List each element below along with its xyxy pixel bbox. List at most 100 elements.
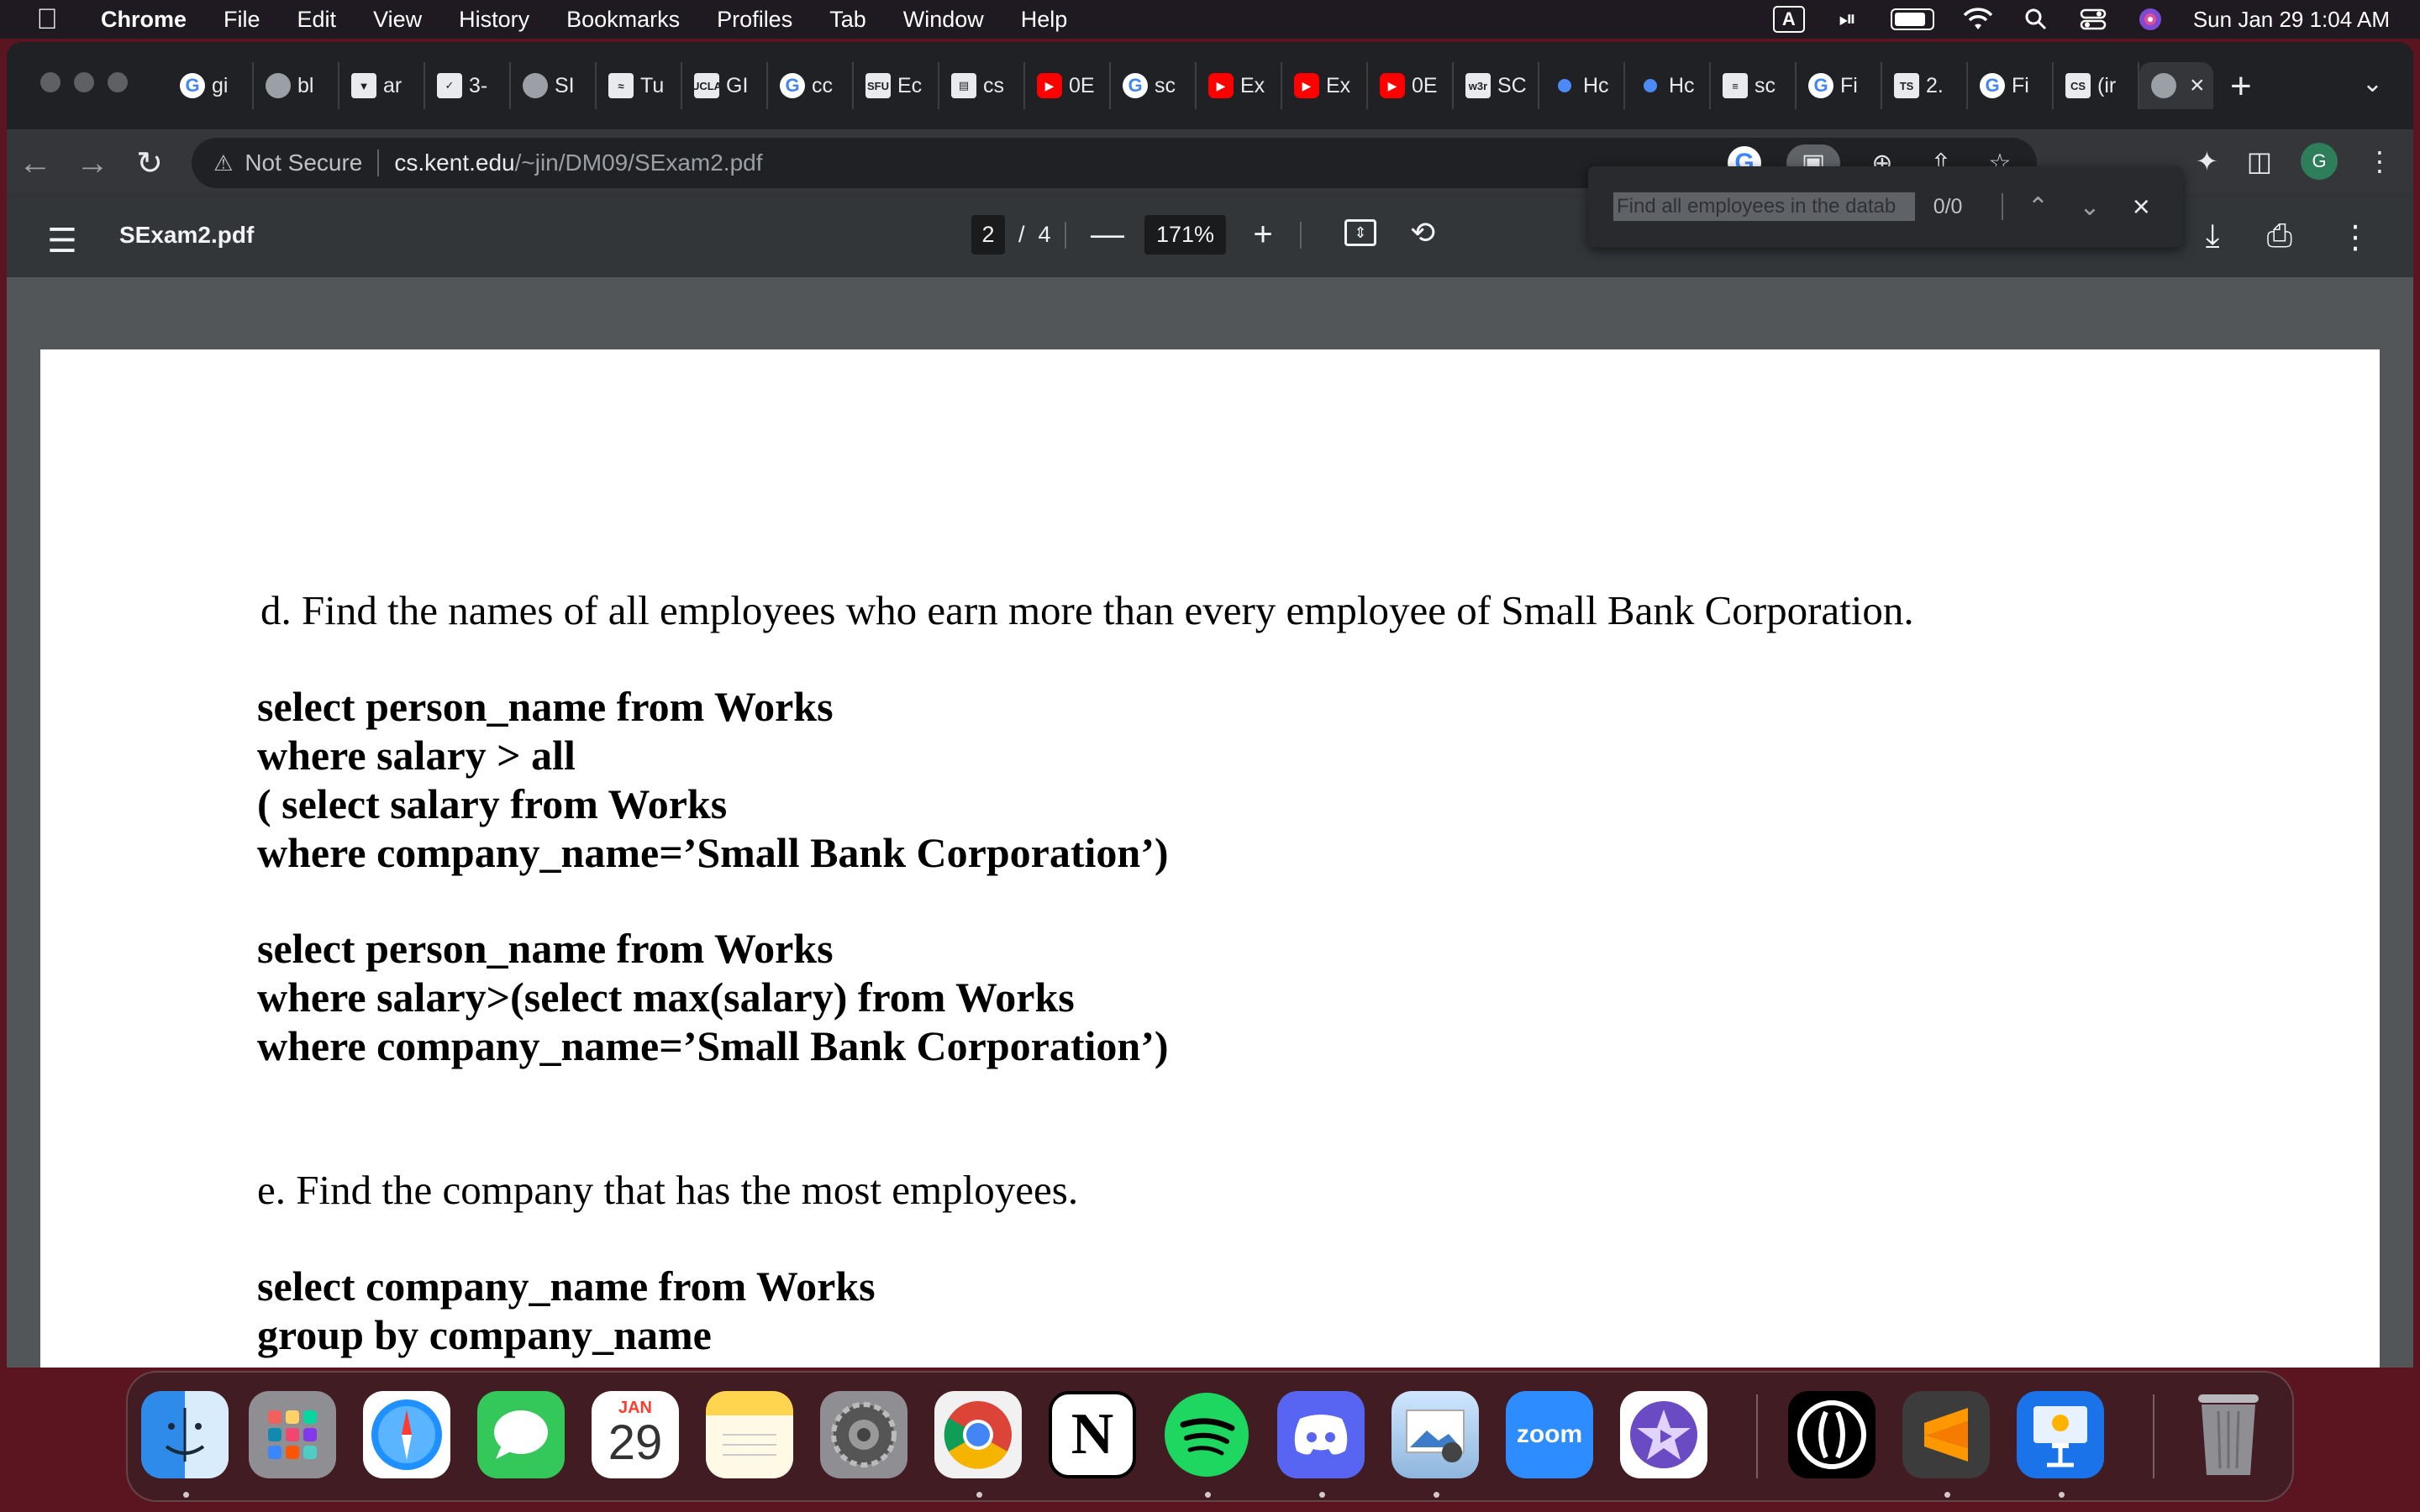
siri-icon[interactable] (2136, 5, 2165, 34)
finder-icon[interactable] (141, 1391, 229, 1478)
new-tab-button[interactable]: + (2230, 66, 2252, 108)
browser-tab[interactable]: ▼ ar (339, 62, 425, 109)
tab-favicon-icon: ▤ (951, 73, 976, 98)
pdf-viewport[interactable]: d. Find the names of all employees who e… (7, 277, 2413, 1368)
play-icon[interactable]: ⏯ (1833, 5, 1862, 34)
wifi-icon[interactable] (1963, 5, 1993, 34)
find-next-icon[interactable]: ⌄ (2073, 192, 2106, 222)
minimize-window-button[interactable] (74, 72, 94, 92)
browser-tab[interactable]: SFU Ec (854, 62, 939, 109)
find-previous-icon[interactable]: ⌃ (2022, 192, 2054, 222)
tab-title: sc (1754, 73, 1776, 97)
safari-icon[interactable] (363, 1391, 450, 1478)
chrome-menu-icon[interactable]: ⋮ (2366, 145, 2393, 177)
dock-divider (1756, 1394, 1758, 1478)
download-icon[interactable]: ⤓ (2206, 218, 2220, 256)
browser-tab[interactable]: UCLA GI (682, 62, 768, 109)
zoom-window-button[interactable] (108, 72, 128, 92)
spotlight-search-icon[interactable] (2022, 5, 2050, 34)
zoom-icon[interactable]: zoom (1506, 1391, 1593, 1478)
security-status[interactable]: Not Secure (245, 150, 362, 176)
trash-icon[interactable] (2185, 1391, 2272, 1478)
browser-tab[interactable]: ▶ Ex (1282, 62, 1368, 109)
browser-tab[interactable]: w3r SC (1454, 62, 1539, 109)
system-preferences-icon[interactable] (820, 1391, 908, 1478)
launchpad-icon[interactable] (249, 1391, 336, 1478)
active-browser-tab[interactable]: × (2139, 62, 2213, 109)
browser-tab[interactable]: SI (511, 62, 597, 109)
profile-avatar[interactable]: G (2301, 143, 2338, 180)
find-input[interactable] (1613, 192, 1915, 221)
menu-help[interactable]: Help (1021, 7, 1068, 33)
browser-tab[interactable]: Gcc (768, 62, 854, 109)
browser-tab[interactable]: bl (254, 62, 339, 109)
imovie-icon[interactable] (1620, 1391, 1707, 1478)
reload-button[interactable]: ↻ (121, 144, 178, 182)
browser-tab[interactable]: G Fi (1797, 62, 1882, 109)
browser-tab[interactable]: ▶ 0E (1368, 62, 1454, 109)
browser-tab[interactable]: ▤ cs (939, 62, 1025, 109)
keyboard-input-icon[interactable]: A (1772, 6, 1805, 33)
zoom-out-button[interactable]: — (1091, 216, 1124, 254)
zoom-level-input[interactable]: 171% (1144, 215, 1227, 255)
tab-favicon-icon: UCLA (692, 73, 722, 98)
browser-tab[interactable]: ≡ sc (1711, 62, 1797, 109)
menu-window[interactable]: Window (903, 7, 984, 33)
back-button[interactable]: ← (7, 144, 64, 182)
battery-icon[interactable] (1890, 8, 1934, 30)
menu-file[interactable]: File (224, 7, 260, 33)
find-close-icon[interactable]: × (2125, 189, 2158, 224)
control-center-icon[interactable] (2079, 5, 2107, 34)
menu-edit[interactable]: Edit (297, 7, 337, 33)
print-icon[interactable]: ⎙ (2267, 218, 2292, 256)
menu-profiles[interactable]: Profiles (717, 7, 792, 33)
browser-tab[interactable]: Ggi (168, 62, 254, 109)
view-controls: ⇕ ⟲ (1344, 215, 1435, 250)
url-text[interactable]: cs.kent.edu/~jin/DM09/SExam2.pdf (394, 150, 762, 176)
calendar-icon[interactable]: JAN 29 (592, 1391, 679, 1478)
preview-icon[interactable] (1392, 1391, 1479, 1478)
page-number-input[interactable]: 2 (971, 215, 1005, 255)
browser-tab[interactable]: ✓ 3- (425, 62, 511, 109)
hamburger-menu-icon[interactable]: ☰ (47, 222, 77, 260)
discord-icon[interactable] (1277, 1391, 1365, 1478)
browser-tab[interactable]: Hc (1539, 62, 1625, 109)
fit-to-page-icon[interactable]: ⇕ (1344, 219, 1376, 246)
browser-tab[interactable]: CS (ir (2054, 62, 2139, 109)
tab-title: cs (983, 73, 1004, 97)
browser-tab[interactable]: Gsc (1111, 62, 1197, 109)
keynote-icon[interactable] (2017, 1391, 2104, 1478)
browser-tab[interactable]: TS 2. (1882, 62, 1968, 109)
browser-tab[interactable]: ▶ 0E (1025, 62, 1111, 109)
side-panel-icon[interactable]: ◫ (2247, 145, 2272, 177)
messages-icon[interactable] (477, 1391, 565, 1478)
clock[interactable]: Sun Jan 29 1:04 AM (2193, 5, 2390, 34)
browser-tab[interactable]: Hc (1625, 62, 1711, 109)
rotate-icon[interactable]: ⟲ (1410, 215, 1435, 250)
menu-history[interactable]: History (459, 7, 529, 33)
close-window-button[interactable] (40, 72, 60, 92)
sublime-text-icon[interactable] (1902, 1391, 1990, 1478)
extensions-puzzle-icon[interactable]: ✦ (2196, 145, 2218, 177)
more-actions-icon[interactable]: ⋮ (2339, 218, 2371, 256)
chrome-icon[interactable] (934, 1391, 1022, 1478)
forward-button[interactable]: → (64, 144, 121, 182)
menu-app-chrome[interactable]: Chrome (101, 7, 187, 33)
davinci-resolve-icon[interactable] (1788, 1391, 1876, 1478)
tab-search-chevron-icon[interactable]: ⌄ (2362, 69, 2383, 98)
notes-icon[interactable] (706, 1391, 793, 1478)
menu-bookmarks[interactable]: Bookmarks (566, 7, 680, 33)
menu-view[interactable]: View (373, 7, 422, 33)
warning-icon[interactable]: ⚠ (213, 150, 233, 176)
menu-tab[interactable]: Tab (829, 7, 866, 33)
browser-tab[interactable]: ≈ Tu (597, 62, 682, 109)
browser-tab[interactable]: G Fi (1968, 62, 2054, 109)
browser-tab[interactable]: ▶ Ex (1197, 62, 1282, 109)
spotify-icon[interactable] (1163, 1391, 1250, 1478)
apple-menu-icon[interactable]:  (30, 3, 64, 36)
close-tab-icon[interactable]: × (2190, 71, 2205, 100)
sql-answer-e: select company_name from Works group by … (257, 1263, 994, 1368)
tab-favicon-icon: CS (2065, 73, 2091, 98)
zoom-in-button[interactable]: + (1246, 216, 1280, 254)
notion-icon[interactable]: N (1049, 1391, 1136, 1478)
